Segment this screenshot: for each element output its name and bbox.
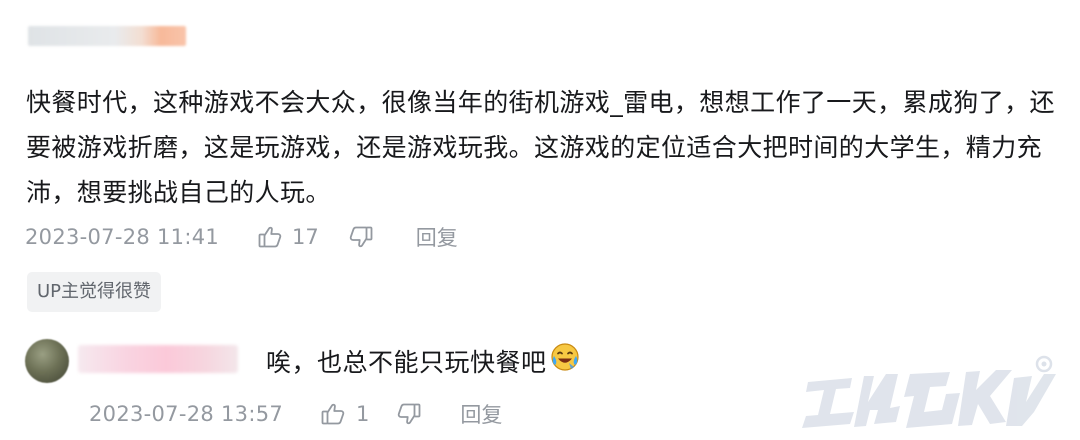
blurred-username[interactable] — [78, 345, 238, 373]
thumbs-up-icon[interactable] — [257, 224, 283, 250]
reply-text: 唉，也总不能只玩快餐吧 — [266, 347, 547, 377]
reply-date: 2023-07-28 13:57 — [89, 402, 284, 426]
comment-meta-row: 2023-07-28 11:41 17 回复 — [25, 222, 458, 252]
avatar[interactable] — [25, 339, 69, 383]
crying-laughing-emoji — [549, 341, 581, 384]
thumbs-up-icon[interactable] — [320, 401, 346, 427]
comment-text: 快餐时代，这种游戏不会大众，很像当年的街机游戏_雷电，想想工作了一天，累成狗了，… — [26, 88, 1055, 207]
reply-button[interactable]: 回复 — [460, 399, 502, 429]
blurred-username[interactable] — [28, 26, 186, 46]
like-count: 17 — [292, 225, 319, 249]
watermark-logo — [800, 352, 1062, 436]
reply-text-row: 唉，也总不能只玩快餐吧 — [266, 341, 581, 384]
thumbs-down-icon[interactable] — [396, 401, 422, 427]
thumbs-down-icon[interactable] — [348, 224, 374, 250]
up-liked-badge: UP主觉得很赞 — [27, 272, 162, 312]
reply-meta-row: 2023-07-28 13:57 1 回复 — [89, 399, 502, 429]
comment-date: 2023-07-28 11:41 — [25, 225, 220, 249]
like-count: 1 — [356, 402, 370, 426]
reply-button[interactable]: 回复 — [416, 222, 458, 252]
